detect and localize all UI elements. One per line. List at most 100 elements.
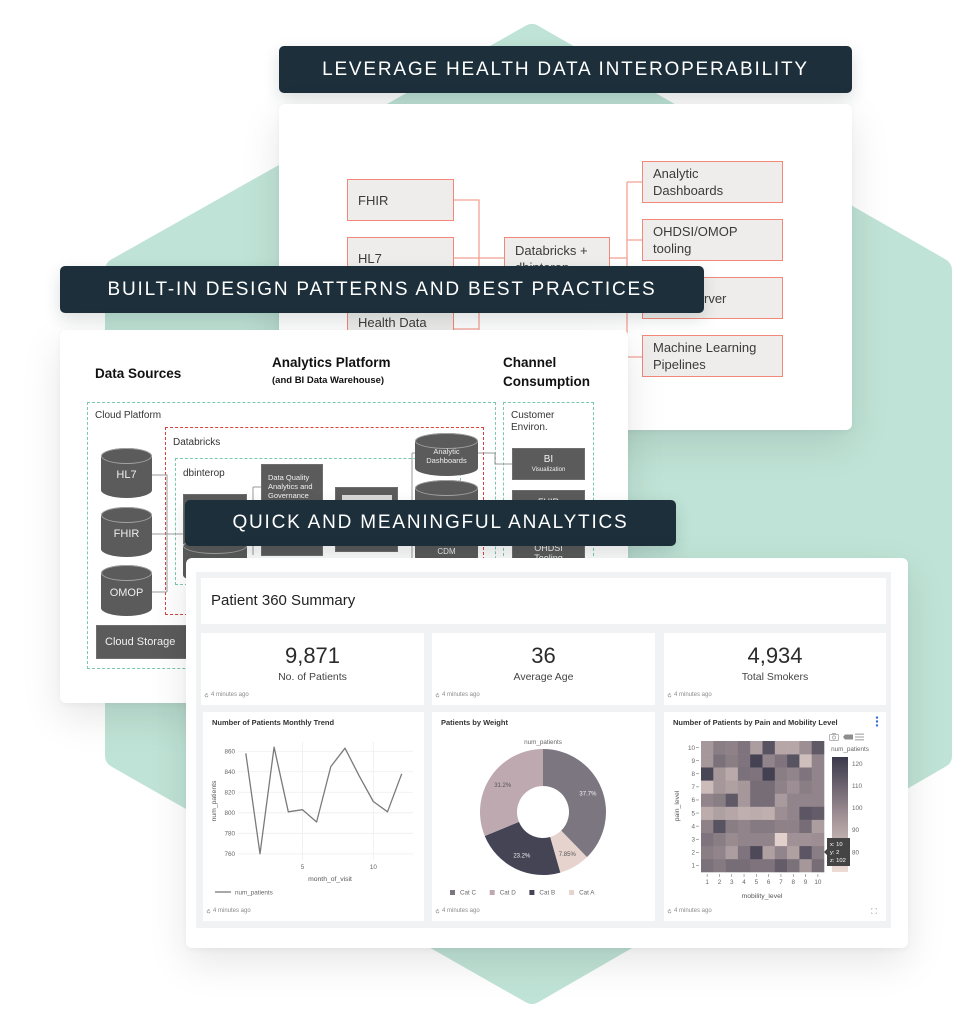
kpi-card-average-age: 36 Average Age 4 minutes ago: [432, 633, 655, 705]
heatmap-cell: [737, 806, 751, 820]
banner-design-patterns-text: BUILT-IN DESIGN PATTERNS AND BEST PRACTI…: [107, 278, 657, 300]
data-point: [372, 800, 375, 803]
x-tick-label: 4: [742, 879, 746, 886]
heatmap-cell: [787, 780, 800, 794]
output-box-analytic-dashboards: Analytic Dashboards: [642, 161, 783, 203]
kpi-card-patients: 9,871 No. of Patients 4 minutes ago: [201, 633, 424, 705]
heatmap-cell: [750, 741, 763, 755]
heatmap-cell: [774, 858, 788, 873]
output-label-line1: rver: [704, 290, 727, 306]
y-tick-label: 860: [224, 748, 235, 755]
heatmap-cell: [713, 806, 726, 820]
heatmap-cell: [701, 832, 714, 847]
heatmap-cell: [750, 819, 763, 833]
banner-design-patterns: BUILT-IN DESIGN PATTERNS AND BEST PRACTI…: [60, 266, 704, 313]
tooltip-y: y: 2: [830, 850, 839, 856]
donut-slice-label: 37.7%: [579, 792, 597, 798]
x-tick-label: 9: [804, 879, 808, 886]
heatmap-cell: [737, 793, 751, 807]
heatmap-cell: [799, 767, 812, 781]
heatmap-cell: [811, 793, 825, 807]
legend-swatch-cat-d: [489, 890, 495, 895]
heatmap-cell: [762, 767, 776, 781]
bi-title: BI: [543, 454, 554, 465]
dashboard-card: Patient 360 Summary 9,871 No. of Patient…: [186, 558, 908, 948]
cylinder-top: [101, 507, 152, 523]
legend-label-cat-b: Cat B: [539, 890, 555, 897]
heatmap-cell: [750, 806, 763, 820]
banner-interoperability: LEVERAGE HEALTH DATA INTEROPERABILITY: [279, 46, 852, 93]
heatmap-cell: [701, 780, 714, 794]
heatmap-cell: [737, 858, 751, 873]
y-tick-label: 6: [691, 797, 695, 804]
data-point: [386, 810, 389, 813]
tooltip-x: x: 10: [830, 842, 843, 848]
donut-slice-label: 7.85%: [559, 852, 577, 858]
heatmap-cell: [774, 741, 788, 755]
last-updated-text: 4 minutes ago: [442, 692, 480, 698]
heatmap-cell: [725, 780, 739, 794]
expand-icon[interactable]: [871, 908, 877, 914]
heatmap-cell: [713, 741, 726, 755]
heatmap-cell: [762, 819, 776, 833]
last-updated-text: 4 minutes ago: [442, 908, 480, 914]
store-label: HL7: [116, 469, 137, 481]
data-point: [273, 746, 276, 749]
chart-title: Patients by Weight: [441, 718, 508, 727]
y-tick-label: 840: [224, 769, 235, 776]
banner-analytics-text: QUICK AND MEANINGFUL ANALYTICS: [232, 512, 629, 533]
data-point: [315, 821, 318, 824]
refresh-icon: [667, 908, 672, 913]
store-label: OMOP: [109, 587, 144, 599]
x-tick-label: 10: [814, 879, 822, 886]
data-point: [329, 765, 332, 768]
output-label-line1: Analytic: [653, 166, 699, 181]
refresh-icon: [204, 692, 209, 697]
heatmap-cell: [725, 741, 739, 755]
banner-analytics: QUICK AND MEANINGFUL ANALYTICS: [185, 500, 676, 546]
x-tick-label: 6: [767, 879, 771, 886]
last-updated: 4 minutes ago: [435, 692, 480, 698]
x-axis-title: mobility_level: [742, 893, 783, 900]
data-point: [400, 772, 403, 775]
y-tick-label: 780: [224, 831, 235, 838]
data-point: [343, 747, 346, 750]
heatmap-cell: [713, 767, 726, 781]
heatmap-cell: [774, 780, 788, 794]
heatmap-cell: [774, 767, 788, 781]
heatmap-cell: [787, 754, 800, 768]
colorbar-tick-label: 110: [852, 783, 863, 790]
colorbar-tick-label: 120: [852, 761, 863, 768]
camera-icon[interactable]: [829, 733, 839, 741]
heatmap-cell: [811, 741, 825, 755]
heatmap-cell: [811, 845, 825, 860]
chart-card-patients-by-weight: num_patients 37.7% 7.85% 23.2% 31.2% Cat C Ca…: [432, 712, 655, 921]
heatmap-cell: [774, 754, 788, 768]
heatmap-cell: [701, 754, 714, 768]
cylinder-top: [101, 448, 152, 464]
kebab-menu-icon[interactable]: [875, 716, 879, 727]
y-tick-label: 9: [691, 758, 695, 765]
heatmap-cell: [701, 767, 714, 781]
heatmap-cell: [701, 845, 714, 860]
menu-icon[interactable]: [855, 733, 864, 741]
heatmap-cell: [762, 741, 776, 755]
heatmap-cell: [701, 741, 714, 755]
heatmap-cell: [799, 793, 812, 807]
y-tick-label: 10: [688, 745, 696, 752]
refresh-icon: [667, 692, 672, 697]
heatmap-cell: [750, 767, 763, 781]
y-tick-label: 1: [691, 863, 695, 870]
kpi-label: No. of Patients: [278, 671, 347, 683]
heatmap-cell: [737, 832, 751, 847]
legend-label-cat-d: Cat D: [500, 890, 517, 897]
heatmap-cell: [750, 832, 763, 847]
store-label-line1: Analytic: [433, 447, 460, 456]
heatmap-tooltip: x: 10 y: 2 z: 102: [824, 838, 850, 866]
x-tick-label: 8: [791, 879, 795, 886]
chart-title: Number of Patients by Pain and Mobility …: [673, 718, 838, 727]
pan-icon[interactable]: [843, 734, 853, 740]
heatmap-cell: [774, 832, 788, 847]
heatmap-cell: [737, 845, 751, 860]
output-label-line2: tooling: [653, 241, 692, 256]
